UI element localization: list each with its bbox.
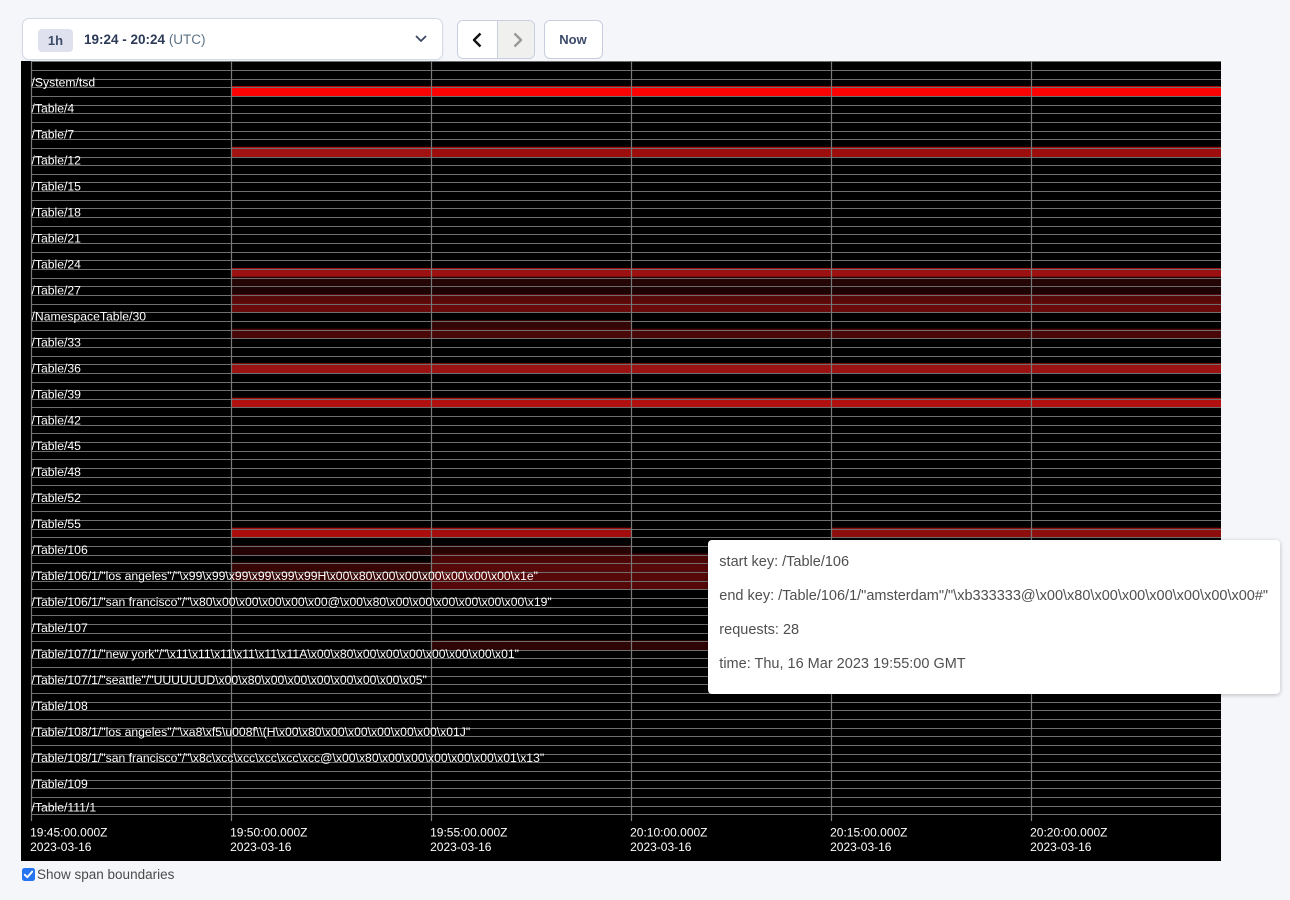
svg-text:/Table/108: /Table/108 xyxy=(32,699,88,713)
svg-text:/Table/106/1/"san francisco"/": /Table/106/1/"san francisco"/"\x80\x00\x… xyxy=(32,595,552,609)
svg-text:/Table/109: /Table/109 xyxy=(32,777,88,791)
svg-text:/Table/21: /Table/21 xyxy=(32,232,82,246)
svg-text:/Table/108/1/"los angeles"/"\x: /Table/108/1/"los angeles"/"\xa8\xf5\u00… xyxy=(32,725,471,739)
svg-text:/Table/45: /Table/45 xyxy=(32,439,82,453)
svg-text:/NamespaceTable/30: /NamespaceTable/30 xyxy=(32,309,147,323)
svg-text:/Table/52: /Table/52 xyxy=(32,491,82,505)
svg-text:20:10:00.000Z: 20:10:00.000Z xyxy=(630,826,707,840)
svg-text:2023-03-16: 2023-03-16 xyxy=(630,840,692,854)
svg-text:/Table/55: /Table/55 xyxy=(32,517,82,531)
svg-text:/Table/108/1/"san francisco"/": /Table/108/1/"san francisco"/"\x8c\xcc\x… xyxy=(32,751,545,765)
svg-text:/Table/24: /Table/24 xyxy=(32,258,82,272)
svg-text:2023-03-16: 2023-03-16 xyxy=(30,840,92,854)
svg-text:/Table/4: /Table/4 xyxy=(32,102,75,116)
svg-text:/Table/107/1/"seattle"/"UUUUUU: /Table/107/1/"seattle"/"UUUUUUD\x00\x80\… xyxy=(32,673,427,687)
svg-text:19:45:00.000Z: 19:45:00.000Z xyxy=(30,826,107,840)
svg-text:/Table/106/1/"los angeles"/"\x: /Table/106/1/"los angeles"/"\x99\x99\x99… xyxy=(32,569,538,583)
svg-text:/Table/48: /Table/48 xyxy=(32,465,82,479)
svg-text:/Table/15: /Table/15 xyxy=(32,180,82,194)
svg-text:2023-03-16: 2023-03-16 xyxy=(830,840,892,854)
svg-text:/Table/7: /Table/7 xyxy=(32,128,75,142)
svg-text:/Table/111/1: /Table/111/1 xyxy=(32,800,97,814)
svg-text:/Table/42: /Table/42 xyxy=(32,413,82,427)
svg-text:2023-03-16: 2023-03-16 xyxy=(430,840,492,854)
svg-text:/System/tsd: /System/tsd xyxy=(32,76,96,90)
svg-text:/Table/107/1/"new york"/"\x11\: /Table/107/1/"new york"/"\x11\x11\x11\x1… xyxy=(32,647,520,661)
svg-text:/Table/33: /Table/33 xyxy=(32,335,82,349)
svg-text:/Table/18: /Table/18 xyxy=(32,206,82,220)
svg-text:/Table/39: /Table/39 xyxy=(32,387,82,401)
svg-text:/Table/107: /Table/107 xyxy=(32,621,88,635)
svg-text:/Table/106: /Table/106 xyxy=(32,543,88,557)
svg-text:2023-03-16: 2023-03-16 xyxy=(1030,840,1092,854)
svg-text:19:50:00.000Z: 19:50:00.000Z xyxy=(230,826,307,840)
svg-text:2023-03-16: 2023-03-16 xyxy=(230,840,292,854)
svg-text:/Table/27: /Table/27 xyxy=(32,284,82,298)
svg-text:20:15:00.000Z: 20:15:00.000Z xyxy=(830,826,907,840)
svg-text:19:55:00.000Z: 19:55:00.000Z xyxy=(430,826,507,840)
svg-text:20:20:00.000Z: 20:20:00.000Z xyxy=(1030,826,1107,840)
svg-text:/Table/36: /Table/36 xyxy=(32,361,82,375)
svg-text:/Table/12: /Table/12 xyxy=(32,154,82,168)
